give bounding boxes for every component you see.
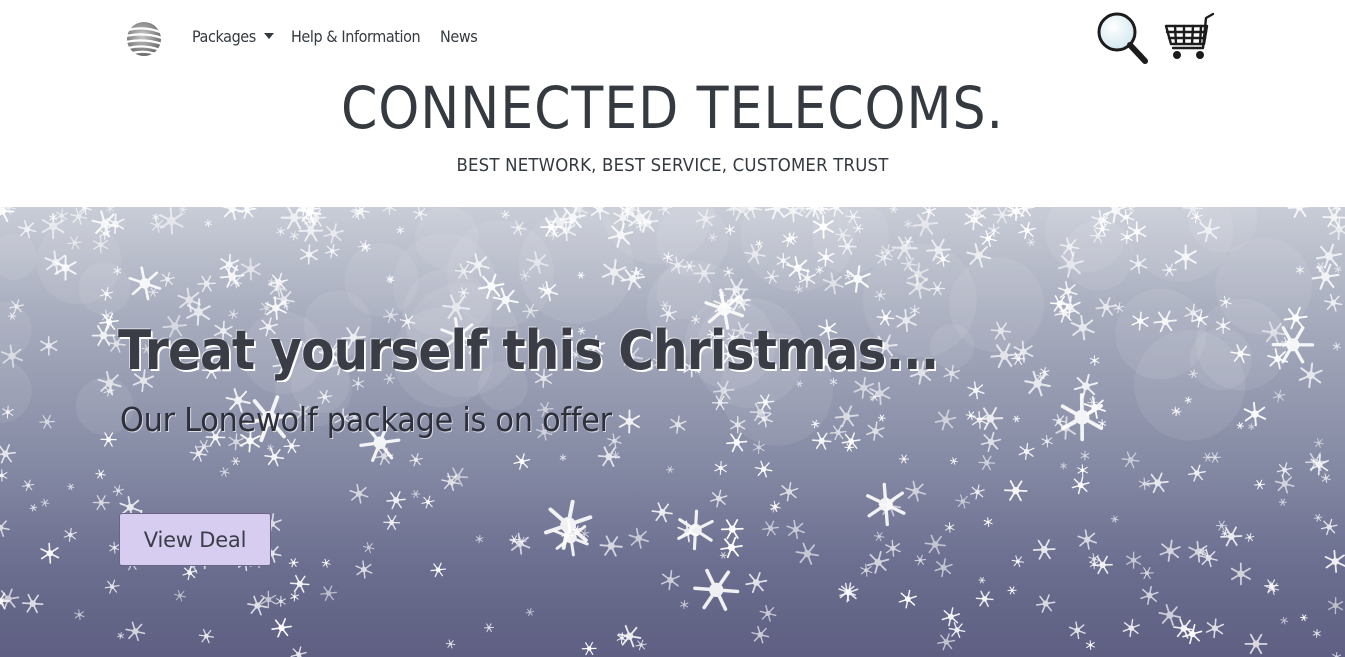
site-tagline: BEST NETWORK, BEST SERVICE, CUSTOMER TRU…	[456, 155, 889, 176]
nav-help-information[interactable]: Help & Information	[291, 27, 421, 46]
hero-subtitle: Our Lonewolf package is on offer	[120, 400, 612, 439]
top-navbar: Packages Help & Information News	[0, 0, 1345, 76]
magnifier-icon[interactable]	[1095, 11, 1149, 65]
nav-news[interactable]: News	[440, 27, 478, 46]
hero-title: Treat yourself this Christmas...	[118, 319, 939, 382]
hero-banner: Treat yourself this Christmas... Our Lon…	[0, 207, 1345, 657]
site-title: CONNECTED TELECOMS.	[340, 74, 1005, 142]
caret-down-icon	[263, 33, 274, 39]
view-deal-button[interactable]: View Deal	[119, 513, 271, 566]
globe-logo-icon[interactable]	[124, 20, 164, 58]
shopping-cart-icon[interactable]	[1163, 12, 1215, 62]
nav-packages[interactable]: Packages	[192, 27, 274, 46]
nav-packages-label: Packages	[192, 27, 256, 46]
